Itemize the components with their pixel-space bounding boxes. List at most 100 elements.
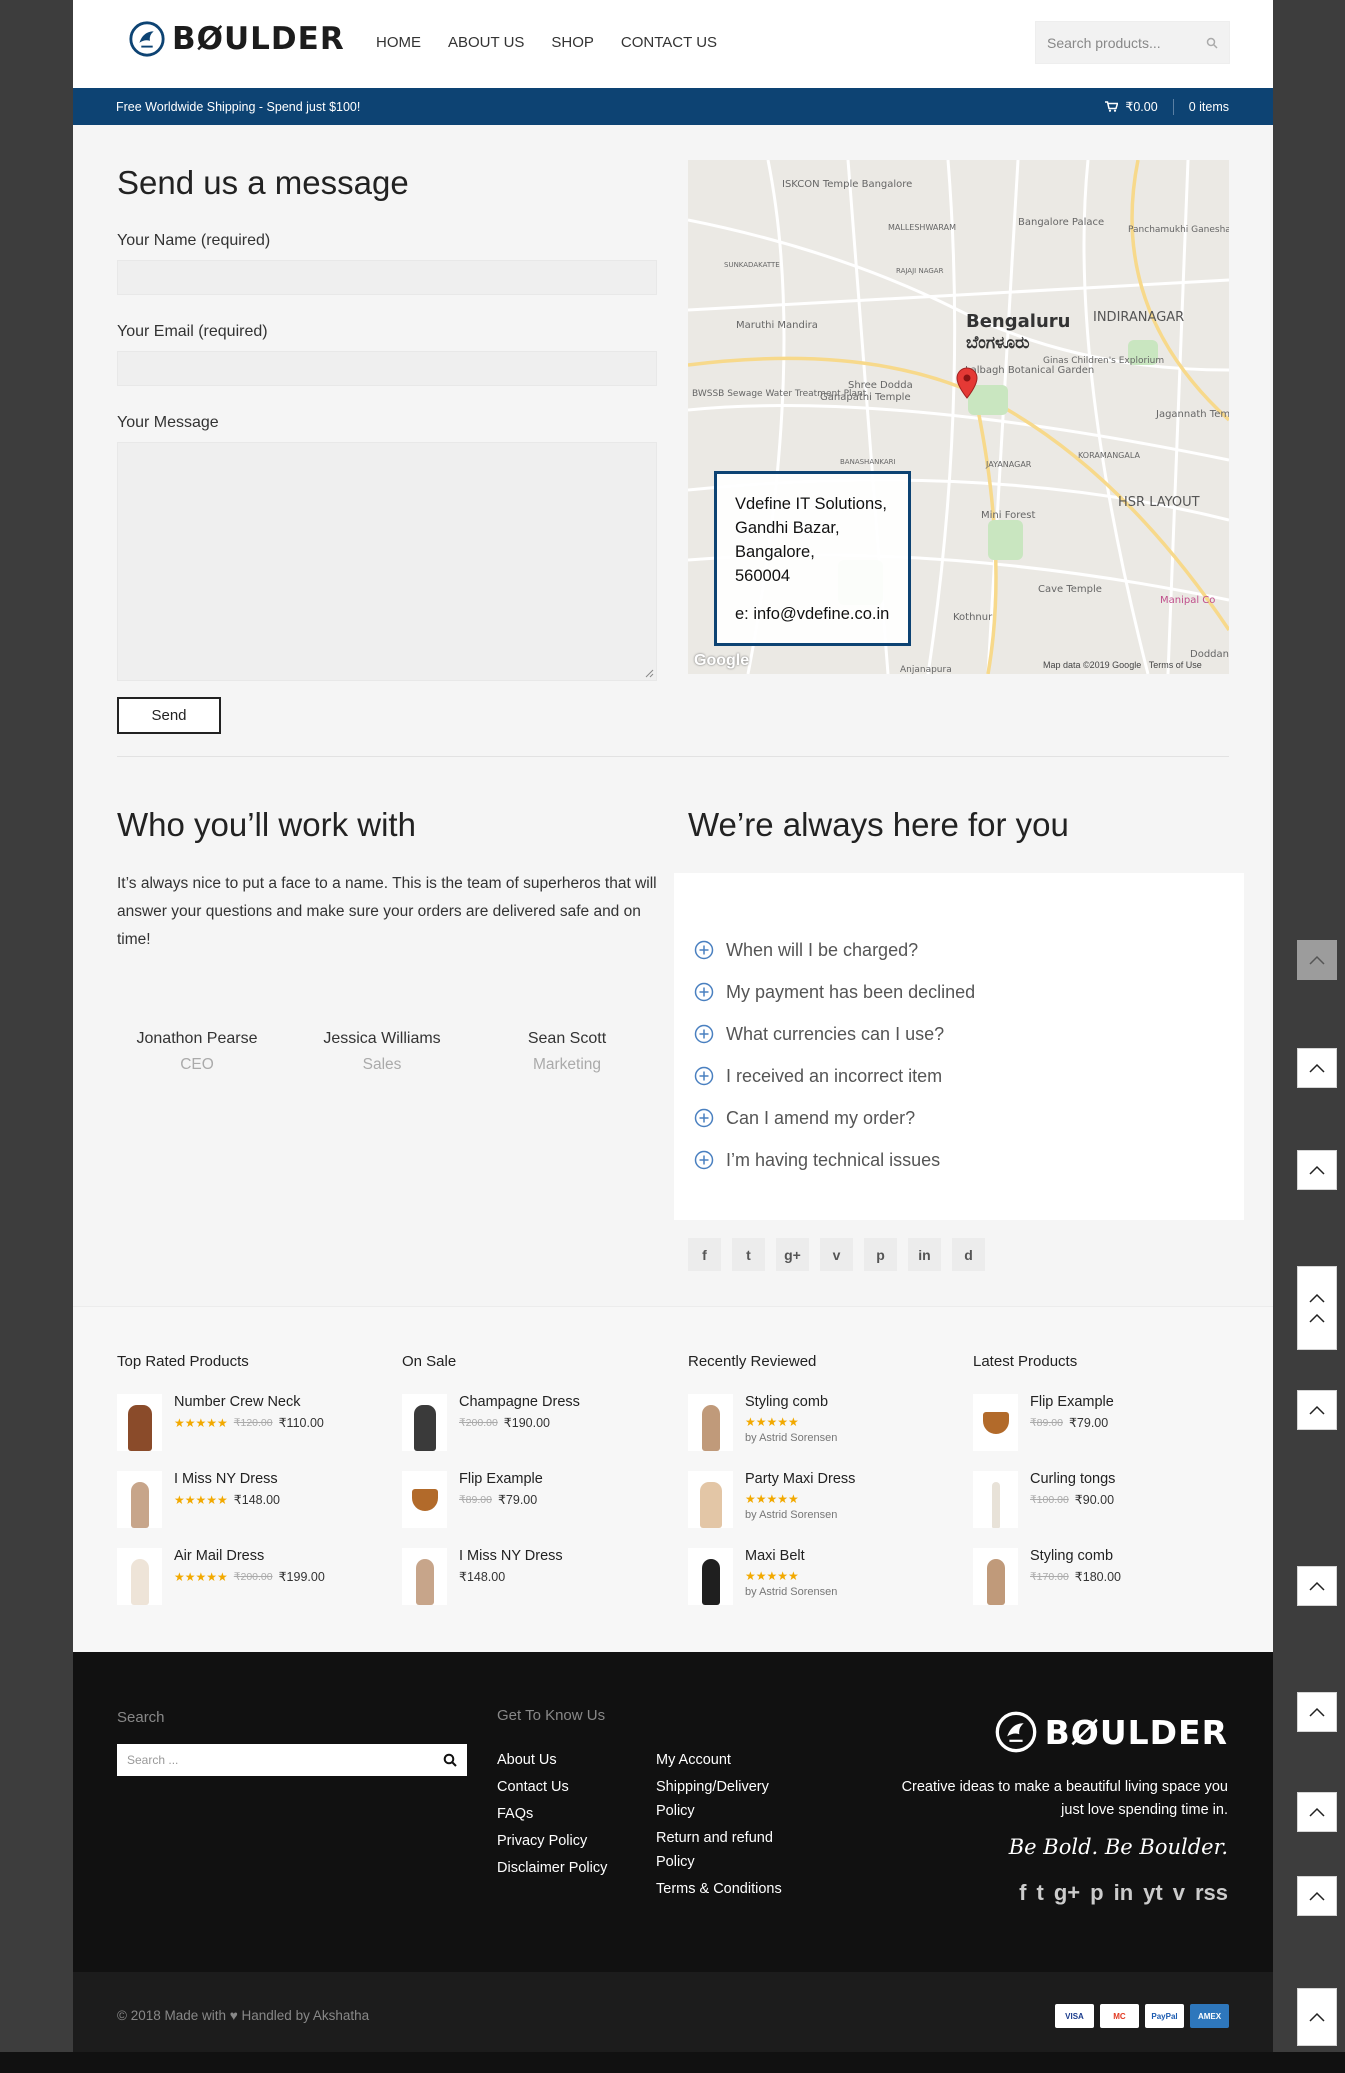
faq-item[interactable]: My payment has been declined xyxy=(694,971,1244,1013)
footer-link-terms[interactable]: Terms & Conditions xyxy=(656,1877,806,1901)
product-thumbnail[interactable] xyxy=(402,1548,447,1605)
footer-link-account[interactable]: My Account xyxy=(656,1748,806,1772)
location-map[interactable]: Bengaluru ಬೆಂಗಳೂರು INDIRANAGAR HSR LAYOU… xyxy=(688,160,1229,674)
scroll-top-button[interactable] xyxy=(1297,1876,1337,1916)
product-thumbnail[interactable] xyxy=(973,1548,1018,1605)
footer-link-faqs[interactable]: FAQs xyxy=(497,1802,647,1826)
message-field[interactable] xyxy=(117,442,657,681)
product-item[interactable]: Curling tongs ₹100.00 ₹90.00 xyxy=(973,1471,1243,1548)
chevron-up-icon xyxy=(1309,1063,1325,1073)
product-name[interactable]: Flip Example xyxy=(1030,1394,1114,1410)
product-name[interactable]: Flip Example xyxy=(459,1471,543,1487)
product-name[interactable]: I Miss NY Dress xyxy=(459,1548,563,1564)
search-icon[interactable] xyxy=(1206,37,1218,49)
faq-item[interactable]: When will I be charged? xyxy=(694,929,1244,971)
footer-logo[interactable]: BØULDER xyxy=(994,1710,1228,1754)
cart-summary[interactable]: ₹0.00 0 items xyxy=(1105,98,1229,115)
pinterest-icon[interactable]: p xyxy=(864,1238,897,1271)
product-thumbnail[interactable] xyxy=(973,1471,1018,1528)
product-item[interactable]: I Miss NY Dress ★★★★★ ₹148.00 xyxy=(117,1471,387,1548)
map-terms-link[interactable]: Terms of Use xyxy=(1149,660,1202,670)
contact-title: Send us a message xyxy=(117,164,409,201)
product-item[interactable]: Champagne Dress ₹200.00 ₹190.00 xyxy=(402,1394,672,1471)
scroll-top-button[interactable] xyxy=(1297,1390,1337,1430)
product-thumbnail[interactable] xyxy=(688,1548,733,1605)
footer-link-contact[interactable]: Contact Us xyxy=(497,1775,647,1799)
contact-email[interactable]: e: info@vdefine.co.in xyxy=(735,602,890,626)
product-thumbnail[interactable] xyxy=(117,1394,162,1451)
linkedin-icon[interactable]: in xyxy=(1114,1880,1134,1906)
faq-item[interactable]: I’m having technical issues xyxy=(694,1139,1244,1181)
product-thumbnail[interactable] xyxy=(117,1548,162,1605)
footer-link-shipping[interactable]: Shipping/Delivery Policy xyxy=(656,1775,806,1823)
product-name[interactable]: Curling tongs xyxy=(1030,1471,1115,1487)
product-item[interactable]: Flip Example ₹89.00 ₹79.00 xyxy=(402,1471,672,1548)
address-line-1: Vdefine IT Solutions, xyxy=(735,495,887,513)
scroll-top-button[interactable] xyxy=(1297,1150,1337,1190)
scroll-top-button[interactable] xyxy=(1297,1792,1337,1832)
product-name[interactable]: Maxi Belt xyxy=(745,1548,837,1564)
faq-item[interactable]: Can I amend my order? xyxy=(694,1097,1244,1139)
product-name[interactable]: Number Crew Neck xyxy=(174,1394,324,1410)
product-thumbnail[interactable] xyxy=(402,1394,447,1451)
email-field[interactable] xyxy=(117,351,657,386)
member-name: Jessica Williams xyxy=(323,1030,441,1047)
resize-handle-icon[interactable] xyxy=(645,669,654,678)
product-item[interactable]: Styling comb ★★★★★ by Astrid Sorensen xyxy=(688,1394,958,1471)
scroll-top-button-stack[interactable] xyxy=(1297,1266,1337,1350)
scroll-top-button[interactable] xyxy=(1297,1692,1337,1732)
nav-shop[interactable]: SHOP xyxy=(551,34,594,51)
product-thumbnail[interactable] xyxy=(117,1471,162,1528)
product-item[interactable]: Flip Example ₹89.00 ₹79.00 xyxy=(973,1394,1243,1471)
scroll-top-button[interactable] xyxy=(1297,1988,1337,2046)
product-name[interactable]: Styling comb xyxy=(1030,1548,1121,1564)
scroll-top-button[interactable] xyxy=(1297,940,1337,980)
faq-item[interactable]: I received an incorrect item xyxy=(694,1055,1244,1097)
product-search-input[interactable]: Search products... xyxy=(1035,21,1230,64)
google-plus-icon[interactable]: g+ xyxy=(1054,1880,1080,1906)
send-button[interactable]: Send xyxy=(117,697,221,734)
product-item[interactable]: Number Crew Neck ★★★★★ ₹120.00 ₹110.00 xyxy=(117,1394,387,1471)
google-plus-icon[interactable]: g+ xyxy=(776,1238,809,1271)
product-thumbnail[interactable] xyxy=(402,1471,447,1528)
twitter-icon[interactable]: t xyxy=(732,1238,765,1271)
product-item[interactable]: I Miss NY Dress ₹148.00 xyxy=(402,1548,672,1625)
product-name[interactable]: Air Mail Dress xyxy=(174,1548,325,1564)
footer-link-disclaimer[interactable]: Disclaimer Policy xyxy=(497,1856,647,1880)
scroll-top-button[interactable] xyxy=(1297,1048,1337,1088)
nav-contact-us[interactable]: CONTACT US xyxy=(621,34,717,51)
linkedin-icon[interactable]: in xyxy=(908,1238,941,1271)
youtube-icon[interactable]: yt xyxy=(1143,1880,1163,1906)
footer-link-refund[interactable]: Return and refund Policy xyxy=(656,1826,806,1874)
scroll-top-button[interactable] xyxy=(1297,1566,1337,1606)
footer-search-input[interactable]: Search ... xyxy=(117,1744,467,1776)
vine-icon[interactable]: v xyxy=(1173,1880,1185,1906)
product-item[interactable]: Styling comb ₹170.00 ₹180.00 xyxy=(973,1548,1243,1625)
search-icon[interactable] xyxy=(443,1753,457,1767)
dribbble-icon[interactable]: d xyxy=(952,1238,985,1271)
facebook-icon[interactable]: f xyxy=(1019,1880,1026,1906)
faq-item[interactable]: What currencies can I use? xyxy=(694,1013,1244,1055)
brand-logo[interactable]: BØULDER xyxy=(128,20,345,58)
footer-link-about[interactable]: About Us xyxy=(497,1748,647,1772)
product-item[interactable]: Air Mail Dress ★★★★★ ₹200.00 ₹199.00 xyxy=(117,1548,387,1625)
product-name[interactable]: I Miss NY Dress xyxy=(174,1471,280,1487)
vimeo-icon[interactable]: v xyxy=(820,1238,853,1271)
product-thumbnail[interactable] xyxy=(688,1471,733,1528)
nav-about-us[interactable]: ABOUT US xyxy=(448,34,524,51)
twitter-icon[interactable]: t xyxy=(1037,1880,1044,1906)
product-name[interactable]: Party Maxi Dress xyxy=(745,1471,855,1487)
rss-icon[interactable]: rss xyxy=(1195,1880,1228,1906)
product-name[interactable]: Styling comb xyxy=(745,1394,837,1410)
pinterest-icon[interactable]: p xyxy=(1090,1880,1103,1906)
name-field[interactable] xyxy=(117,260,657,295)
product-thumbnail[interactable] xyxy=(688,1394,733,1451)
product-thumbnail[interactable] xyxy=(973,1394,1018,1451)
product-item[interactable]: Maxi Belt ★★★★★ by Astrid Sorensen xyxy=(688,1548,958,1625)
nav-home[interactable]: HOME xyxy=(376,34,421,51)
product-name[interactable]: Champagne Dress xyxy=(459,1394,580,1410)
footer-link-privacy[interactable]: Privacy Policy xyxy=(497,1829,647,1853)
product-item[interactable]: Party Maxi Dress ★★★★★ by Astrid Sorensen xyxy=(688,1471,958,1548)
google-logo[interactable]: Google xyxy=(694,652,749,670)
facebook-icon[interactable]: f xyxy=(688,1238,721,1271)
